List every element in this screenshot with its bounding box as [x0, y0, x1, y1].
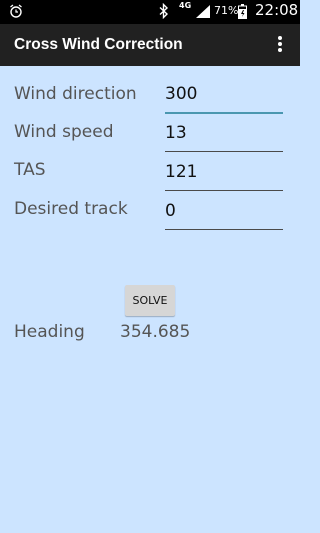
tas-input[interactable]	[165, 162, 275, 182]
wind-speed-label: Wind speed	[14, 122, 114, 142]
desired-track-label: Desired track	[14, 199, 128, 219]
tas-label: TAS	[14, 160, 46, 180]
bluetooth-icon	[159, 3, 169, 19]
wind-speed-field[interactable]	[165, 123, 283, 152]
status-bar: 4G 71% 22:08	[0, 0, 300, 24]
desired-track-field[interactable]	[165, 201, 283, 230]
desired-track-input[interactable]	[165, 201, 275, 221]
clock: 22:08	[255, 1, 299, 19]
wind-direction-input[interactable]	[165, 84, 275, 104]
wind-direction-label: Wind direction	[14, 84, 137, 104]
wind-direction-field[interactable]	[165, 84, 283, 114]
app-title: Cross Wind Correction	[14, 36, 183, 53]
network-type: 4G	[179, 1, 192, 10]
battery-icon	[238, 4, 247, 19]
heading-label: Heading	[14, 322, 85, 342]
signal-icon	[196, 5, 210, 18]
app-bar: Cross Wind Correction	[0, 24, 300, 66]
battery-percent: 71%	[214, 4, 239, 17]
overflow-menu-icon[interactable]	[272, 34, 288, 56]
tas-field[interactable]	[165, 162, 283, 191]
alarm-icon	[10, 4, 22, 18]
heading-value: 354.685	[120, 322, 191, 342]
wind-speed-input[interactable]	[165, 123, 275, 143]
solve-button[interactable]: SOLVE	[125, 285, 175, 316]
